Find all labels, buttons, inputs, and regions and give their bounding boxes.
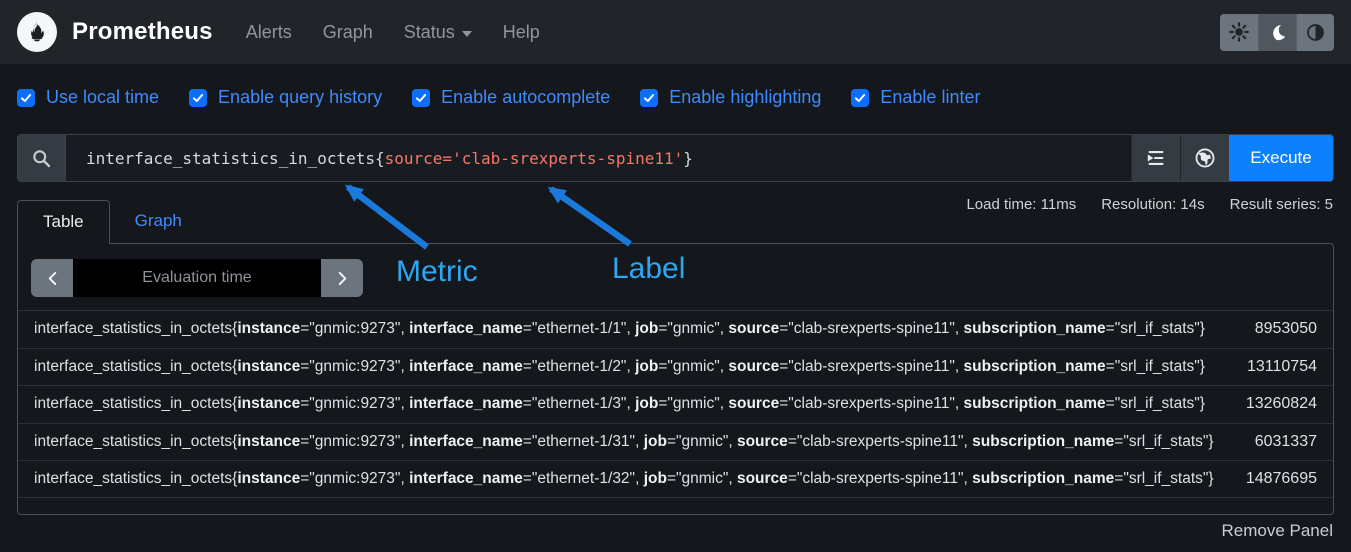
prometheus-logo-icon xyxy=(17,12,57,52)
eval-time-prev-button[interactable] xyxy=(31,259,73,297)
series-labels: interface_statistics_in_octets{instance=… xyxy=(34,320,1205,338)
chevron-left-icon xyxy=(46,271,59,286)
checkbox-use-local-time[interactable]: Use local time xyxy=(17,87,159,108)
theme-dark-button[interactable] xyxy=(1258,14,1296,51)
table-row: interface_statistics_in_octets{instance=… xyxy=(18,348,1333,386)
query-metric-token: interface_statistics_in_octets xyxy=(86,149,375,168)
app-title: Prometheus xyxy=(72,18,213,46)
table-row: interface_statistics_in_octets{instance=… xyxy=(18,385,1333,423)
history-list-icon xyxy=(1145,147,1167,169)
nav-links: Alerts Graph Status Help xyxy=(246,22,540,43)
checkbox-checked-icon[interactable] xyxy=(412,89,430,107)
series-value: 13110754 xyxy=(1247,358,1317,376)
series-labels: interface_statistics_in_octets{instance=… xyxy=(34,395,1205,413)
result-series-stat: Result series: 5 xyxy=(1230,196,1333,213)
query-expression-input[interactable]: interface_statistics_in_octets{source='c… xyxy=(66,135,1131,181)
checkbox-enable-query-history[interactable]: Enable query history xyxy=(189,87,382,108)
navbar: Prometheus Alerts Graph Status Help xyxy=(0,0,1351,64)
globe-icon xyxy=(1194,147,1216,169)
metrics-explorer-button[interactable] xyxy=(1180,135,1229,181)
table-row: interface_statistics_in_octets{instance=… xyxy=(18,423,1333,461)
series-value: 14876695 xyxy=(1246,470,1317,488)
checkbox-checked-icon[interactable] xyxy=(640,89,658,107)
series-labels: interface_statistics_in_octets{instance=… xyxy=(34,470,1214,488)
table-row: interface_statistics_in_octets{instance=… xyxy=(18,310,1333,348)
checkbox-checked-icon[interactable] xyxy=(189,89,207,107)
series-labels: interface_statistics_in_octets{instance=… xyxy=(34,433,1214,451)
moon-icon xyxy=(1268,23,1287,42)
query-stats: Load time: 11ms Resolution: 14s Result s… xyxy=(966,196,1333,213)
query-bar: interface_statistics_in_octets{source='c… xyxy=(17,134,1334,182)
theme-light-button[interactable] xyxy=(1220,14,1258,51)
table-panel: interface_statistics_in_octets{instance=… xyxy=(17,243,1334,515)
checkbox-checked-icon[interactable] xyxy=(851,89,869,107)
query-history-button[interactable] xyxy=(1131,135,1180,181)
theme-auto-button[interactable] xyxy=(1296,14,1334,51)
checkbox-enable-linter[interactable]: Enable linter xyxy=(851,87,980,108)
series-value: 13260824 xyxy=(1246,395,1317,413)
nav-link-help[interactable]: Help xyxy=(503,22,540,43)
circle-half-icon xyxy=(1306,23,1325,42)
nav-link-graph[interactable]: Graph xyxy=(323,22,373,43)
evaluation-time-input[interactable] xyxy=(73,259,321,297)
metric-arrow xyxy=(348,187,427,247)
query-label-value-token: 'clab-srexperts-spine11' xyxy=(452,149,683,168)
checkbox-enable-autocomplete[interactable]: Enable autocomplete xyxy=(412,87,610,108)
tab-graph[interactable]: Graph xyxy=(110,200,207,244)
nav-link-alerts[interactable]: Alerts xyxy=(246,22,292,43)
execute-button[interactable]: Execute xyxy=(1229,135,1333,181)
resolution-stat: Resolution: 14s xyxy=(1101,196,1204,213)
label-arrow xyxy=(551,189,630,244)
series-labels: interface_statistics_in_octets{instance=… xyxy=(34,358,1205,376)
nav-link-status[interactable]: Status xyxy=(404,22,472,43)
eval-time-next-button[interactable] xyxy=(321,259,363,297)
search-icon xyxy=(18,135,66,181)
tab-table[interactable]: Table xyxy=(17,200,110,244)
options-bar: Use local time Enable query history Enab… xyxy=(17,87,980,108)
checkbox-enable-highlighting[interactable]: Enable highlighting xyxy=(640,87,821,108)
query-label-name-token: source xyxy=(385,149,443,168)
chevron-right-icon xyxy=(336,271,349,286)
checkbox-checked-icon[interactable] xyxy=(17,89,35,107)
table-row: interface_statistics_in_octets{instance=… xyxy=(18,460,1333,498)
result-table-body: interface_statistics_in_octets{instance=… xyxy=(18,310,1333,498)
remove-panel-link[interactable]: Remove Panel xyxy=(1221,521,1333,541)
panel-tabs: Table Graph xyxy=(17,200,207,244)
evaluation-time-control xyxy=(31,259,363,297)
series-value: 6031337 xyxy=(1255,433,1317,451)
series-value: 8953050 xyxy=(1255,320,1317,338)
sun-icon xyxy=(1229,22,1249,42)
chevron-down-icon xyxy=(462,31,472,37)
theme-toggle-group xyxy=(1220,14,1334,51)
load-time-stat: Load time: 11ms xyxy=(966,196,1076,213)
